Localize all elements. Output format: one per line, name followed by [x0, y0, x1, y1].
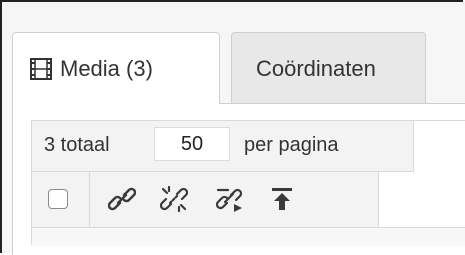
tab-media-label: Media (3): [60, 55, 153, 81]
upload-top-icon[interactable]: [268, 185, 296, 213]
tab-coordinaten-label: Coördinaten: [256, 55, 376, 81]
select-all-cell: [32, 172, 90, 227]
film-icon: [30, 57, 52, 80]
tab-media[interactable]: Media (3): [12, 32, 220, 104]
tab-coordinaten[interactable]: Coördinaten: [231, 32, 426, 104]
link-icon[interactable]: [108, 185, 136, 213]
select-all-checkbox[interactable]: [48, 189, 68, 209]
edit-link-icon[interactable]: [216, 185, 244, 213]
media-list-area: [32, 227, 465, 246]
per-page-label: per pagina: [244, 134, 339, 156]
total-count: 3 totaal: [44, 134, 110, 156]
pagination-bar: 3 totaal per pagina: [32, 121, 414, 172]
unlink-icon[interactable]: [160, 185, 188, 213]
action-bar: [32, 172, 379, 227]
per-page-input[interactable]: [154, 127, 230, 161]
media-toolbar: 3 totaal per pagina: [31, 120, 465, 246]
tab-bar: Media (3) Coördinaten: [12, 32, 465, 104]
media-panel: Media (3) Coördinaten 3 totaal per pagin…: [2, 2, 465, 255]
tab-content: 3 totaal per pagina: [12, 103, 465, 255]
